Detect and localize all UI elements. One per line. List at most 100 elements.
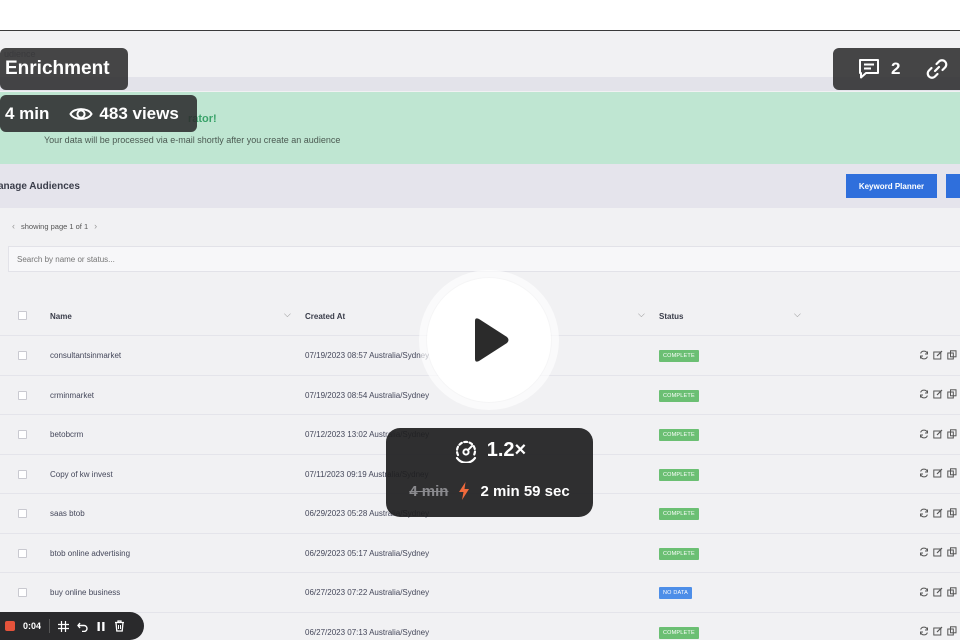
- trash-icon[interactable]: [114, 620, 125, 632]
- share-comment-pill: 2: [833, 48, 960, 90]
- row-actions: [918, 507, 957, 518]
- copy-icon[interactable]: [946, 428, 957, 439]
- row-actions: [918, 547, 957, 558]
- chevron-left-icon[interactable]: ‹: [12, 221, 15, 231]
- page-title: anage Audiences: [0, 181, 80, 192]
- created-at: 07/19/2023 08:54 Australia/Sydney: [305, 390, 430, 400]
- select-all-checkbox[interactable]: [18, 311, 27, 320]
- refresh-icon[interactable]: [918, 586, 929, 597]
- play-button[interactable]: [419, 270, 559, 410]
- audience-name[interactable]: Copy of kw invest: [50, 470, 113, 479]
- table-row[interactable]: buy online business 06/27/2023 07:22 Aust…: [0, 572, 960, 612]
- chevron-down-icon[interactable]: ⌵: [638, 309, 645, 320]
- video-duration: 4 min: [5, 103, 50, 123]
- row-checkbox[interactable]: [18, 390, 27, 400]
- status-badge: COMPLETE: [659, 468, 699, 481]
- table-row[interactable]: 06/27/2023 07:13 Australia/Sydney COMPLET…: [0, 611, 960, 640]
- eye-icon: [69, 107, 94, 120]
- edit-icon[interactable]: [932, 389, 943, 400]
- edit-icon[interactable]: [932, 468, 943, 479]
- refresh-icon[interactable]: [918, 626, 929, 637]
- status-badge: COMPLETE: [659, 350, 699, 362]
- copy-icon[interactable]: [946, 349, 957, 360]
- keyword-planner-button[interactable]: Keyword Planner: [846, 174, 937, 198]
- status-badge: COMPLETE: [659, 389, 699, 402]
- manage-audiences-bar: anage Audiences Keyword Planner: [0, 164, 960, 208]
- speed-row: 1.2×: [386, 437, 593, 463]
- play-button-inner[interactable]: [427, 278, 551, 402]
- copy-icon[interactable]: [946, 586, 957, 597]
- video-player[interactable]: udience rator! Your data will be process…: [0, 0, 960, 640]
- audience-name[interactable]: crminmarket: [50, 391, 94, 400]
- edit-icon[interactable]: [932, 626, 943, 637]
- header-band: [0, 77, 960, 91]
- edit-icon[interactable]: [932, 428, 943, 439]
- pause-icon[interactable]: [96, 621, 106, 632]
- edit-icon[interactable]: [932, 349, 943, 360]
- secondary-action-button[interactable]: [946, 174, 960, 198]
- row-checkbox[interactable]: [18, 509, 27, 518]
- status-badge: COMPLETE: [659, 626, 699, 639]
- refresh-icon[interactable]: [918, 428, 929, 439]
- row-actions: [918, 389, 957, 400]
- edit-icon[interactable]: [932, 547, 943, 558]
- grid-icon[interactable]: [58, 620, 70, 632]
- audience-name[interactable]: buy online business: [50, 588, 120, 597]
- row-actions: [918, 428, 957, 439]
- column-header-name[interactable]: Name: [50, 312, 72, 321]
- created-at: 06/29/2023 05:17 Australia/Sydney: [305, 548, 430, 558]
- created-at: 06/27/2023 07:22 Australia/Sydney: [305, 588, 430, 597]
- view-count: 483 views: [99, 103, 179, 123]
- copy-icon[interactable]: [946, 507, 957, 518]
- refresh-icon[interactable]: [918, 349, 929, 360]
- audience-name[interactable]: saas btob: [50, 509, 85, 518]
- stop-recording-icon[interactable]: [5, 621, 15, 631]
- recording-time: 0:04: [23, 621, 42, 631]
- play-icon[interactable]: [467, 316, 511, 364]
- edit-icon[interactable]: [932, 586, 943, 597]
- refresh-icon[interactable]: [918, 468, 929, 479]
- banner-subtitle: Your data will be processed via e-mail s…: [44, 135, 341, 145]
- audience-name[interactable]: betobcrm: [50, 430, 83, 439]
- refresh-icon[interactable]: [918, 507, 929, 518]
- created-at: 06/27/2023 07:13 Australia/Sydney: [305, 627, 430, 637]
- undo-icon[interactable]: [77, 621, 88, 632]
- row-actions: [918, 349, 957, 360]
- copy-icon[interactable]: [946, 389, 957, 400]
- copy-icon[interactable]: [946, 547, 957, 558]
- toolbar-divider: [49, 619, 51, 633]
- row-actions: [918, 468, 957, 479]
- table-row[interactable]: btob online advertising 06/29/2023 05:17 …: [0, 532, 960, 573]
- refresh-icon[interactable]: [918, 389, 929, 400]
- pagination: ‹ showing page 1 of 1 ›: [12, 221, 97, 231]
- audience-name[interactable]: consultantsinmarket: [50, 351, 121, 360]
- search-input[interactable]: [8, 246, 960, 272]
- row-checkbox[interactable]: [18, 548, 27, 558]
- row-checkbox[interactable]: [18, 469, 27, 479]
- link-icon[interactable]: [924, 57, 950, 81]
- status-badge: COMPLETE: [659, 429, 699, 441]
- playback-speed-pill[interactable]: 1.2× 4 min 2 min 59 sec: [386, 428, 593, 517]
- duration-compare-row: 4 min 2 min 59 sec: [386, 482, 593, 500]
- pager-text: showing page 1 of 1: [21, 221, 89, 231]
- copy-icon[interactable]: [946, 626, 957, 637]
- copy-icon[interactable]: [946, 468, 957, 479]
- chevron-right-icon[interactable]: ›: [94, 221, 97, 231]
- accelerated-duration: 2 min 59 sec: [480, 482, 570, 500]
- row-checkbox[interactable]: [18, 430, 27, 439]
- original-duration: 4 min: [409, 482, 449, 500]
- audience-name[interactable]: btob online advertising: [50, 549, 130, 558]
- edit-icon[interactable]: [932, 507, 943, 518]
- row-actions: [918, 586, 957, 597]
- column-header-created[interactable]: Created At: [305, 312, 345, 321]
- comment-icon[interactable]: [857, 58, 881, 80]
- chevron-down-icon[interactable]: ⌵: [284, 309, 291, 320]
- row-checkbox[interactable]: [18, 351, 27, 360]
- speedometer-icon: [455, 440, 476, 463]
- lightning-icon: [459, 482, 470, 500]
- refresh-icon[interactable]: [918, 547, 929, 558]
- row-checkbox[interactable]: [18, 588, 27, 597]
- column-header-status[interactable]: Status: [659, 312, 683, 321]
- status-badge: NO DATA: [659, 587, 693, 599]
- chevron-down-icon[interactable]: ⌵: [794, 309, 801, 320]
